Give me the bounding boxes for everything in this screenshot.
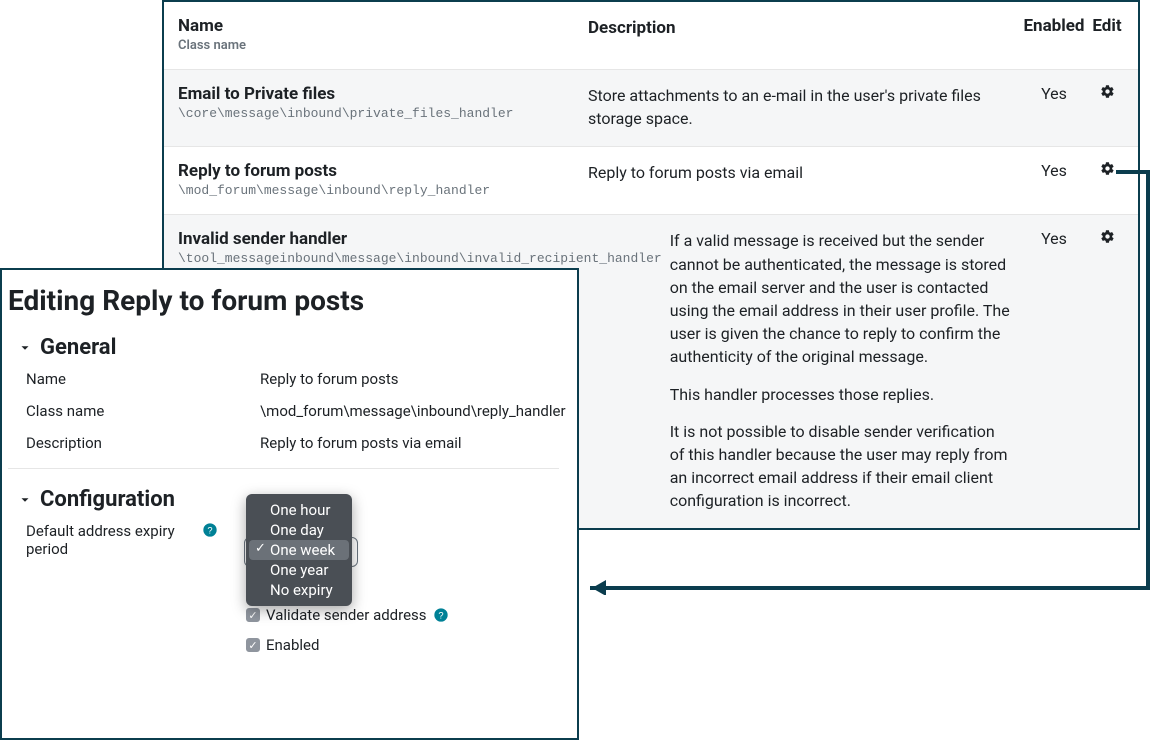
panel-title: Editing Reply to forum posts [8, 284, 559, 317]
handler-enabled: Yes [1018, 161, 1090, 180]
validate-sender-checkbox[interactable]: ✓ [246, 608, 260, 622]
field-value-classname: \mod_forum\message\inbound\reply_handler [260, 402, 566, 420]
handler-name: Email to Private files [178, 84, 580, 104]
field-value-description: Reply to forum posts via email [260, 434, 559, 452]
field-label-classname: Class name [26, 402, 260, 420]
section-configuration-label: Configuration [40, 487, 175, 512]
help-icon[interactable]: ? [202, 522, 218, 538]
handler-classname: \mod_forum\message\inbound\reply_handler [178, 183, 580, 198]
section-general-label: General [40, 335, 116, 360]
gear-icon [1100, 161, 1115, 176]
edit-handler-button[interactable] [1100, 161, 1115, 176]
svg-text:?: ? [207, 525, 212, 535]
enabled-checkbox[interactable]: ✓ [246, 638, 260, 652]
field-label-description: Description [26, 434, 260, 452]
chevron-down-icon [18, 493, 32, 507]
edit-handler-button[interactable] [1100, 84, 1115, 99]
column-header-classname: Class name [178, 38, 580, 53]
table-row: Reply to forum posts \mod_forum\message\… [164, 146, 1138, 214]
expiry-option-selected[interactable]: One week [249, 540, 349, 560]
edit-handler-panel: Editing Reply to forum posts General Nam… [0, 268, 579, 740]
handler-description: Reply to forum posts via email [588, 161, 1018, 184]
handler-name: Reply to forum posts [178, 161, 580, 181]
help-icon[interactable]: ? [433, 607, 449, 623]
handler-classname: \core\message\inbound\private_files_hand… [178, 106, 580, 121]
table-row: Email to Private files \core\message\inb… [164, 69, 1138, 146]
column-header-name: Name [178, 16, 580, 36]
handler-name: Invalid sender handler [178, 229, 662, 249]
handler-classname: \tool_messageinbound\message\inbound\inv… [178, 251, 662, 266]
expiry-label: Default address expiry period [26, 522, 196, 558]
column-header-enabled: Enabled [1018, 16, 1090, 36]
field-value-name: Reply to forum posts [260, 370, 559, 388]
edit-handler-button[interactable] [1100, 229, 1115, 244]
svg-text:?: ? [438, 610, 443, 620]
expiry-option[interactable]: No expiry [246, 580, 352, 600]
enabled-label: Enabled [266, 636, 319, 654]
handler-enabled: Yes [1018, 84, 1090, 103]
field-label-name: Name [26, 370, 260, 388]
section-general-header[interactable]: General [18, 335, 559, 360]
chevron-down-icon [18, 341, 32, 355]
expiry-option[interactable]: One hour [246, 500, 352, 520]
validate-sender-label: Validate sender address [266, 606, 427, 624]
handler-enabled: Yes [1018, 229, 1090, 248]
expiry-option[interactable]: One year [246, 560, 352, 580]
table-header-row: Name Class name Description Enabled Edit [164, 2, 1138, 69]
handler-description: Store attachments to an e-mail in the us… [588, 84, 1018, 130]
expiry-dropdown[interactable]: One hour One day One week One year No ex… [246, 494, 352, 606]
column-header-description: Description [588, 16, 1018, 41]
handler-description: If a valid message is received but the s… [670, 229, 1018, 512]
gear-icon [1100, 229, 1115, 244]
gear-icon [1100, 84, 1115, 99]
column-header-edit: Edit [1090, 16, 1124, 36]
expiry-option[interactable]: One day [246, 520, 352, 540]
